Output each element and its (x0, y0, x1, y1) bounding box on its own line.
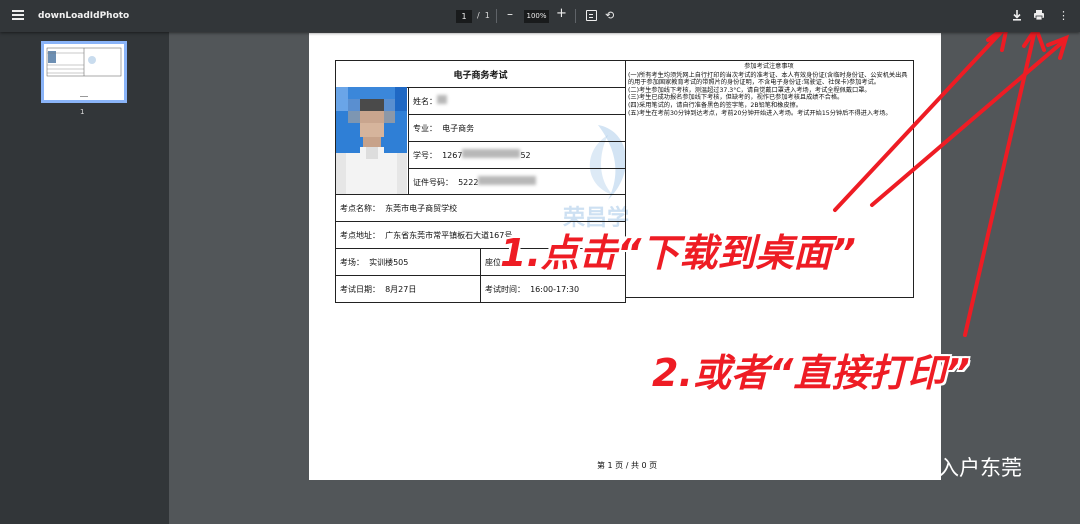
zoom-in-button[interactable]: + (556, 6, 567, 21)
page-number-input[interactable]: 1 (456, 10, 472, 23)
menu-icon[interactable] (12, 10, 24, 22)
divider (496, 9, 497, 23)
fit-page-icon[interactable] (586, 10, 597, 21)
zoom-input[interactable]: 100% (524, 10, 549, 23)
rotate-icon[interactable]: ⟲ (605, 9, 614, 22)
pdf-toolbar: downLoadIdPhoto 1 / 1 – 100% + ⟲ ⋮ (0, 0, 1080, 32)
page-total: 1 (484, 11, 490, 20)
zoom-out-button[interactable]: – (507, 7, 513, 21)
print-icon[interactable] (1032, 8, 1046, 22)
divider (575, 9, 576, 23)
annotation-step-2: 2.或者“直接打印” (652, 351, 970, 395)
wechat-watermark: 入户东莞 (898, 452, 1022, 482)
wechat-account-name: 入户东莞 (938, 456, 1022, 480)
more-options-icon[interactable]: ⋮ (1058, 9, 1069, 22)
download-icon[interactable] (1010, 8, 1024, 22)
page-separator: / (477, 11, 480, 20)
arrow-to-download (833, 26, 1007, 212)
document-title: downLoadIdPhoto (38, 11, 130, 21)
annotation-step-1: 1.点击“下载到桌面” (500, 231, 856, 275)
wechat-icon (899, 454, 930, 478)
